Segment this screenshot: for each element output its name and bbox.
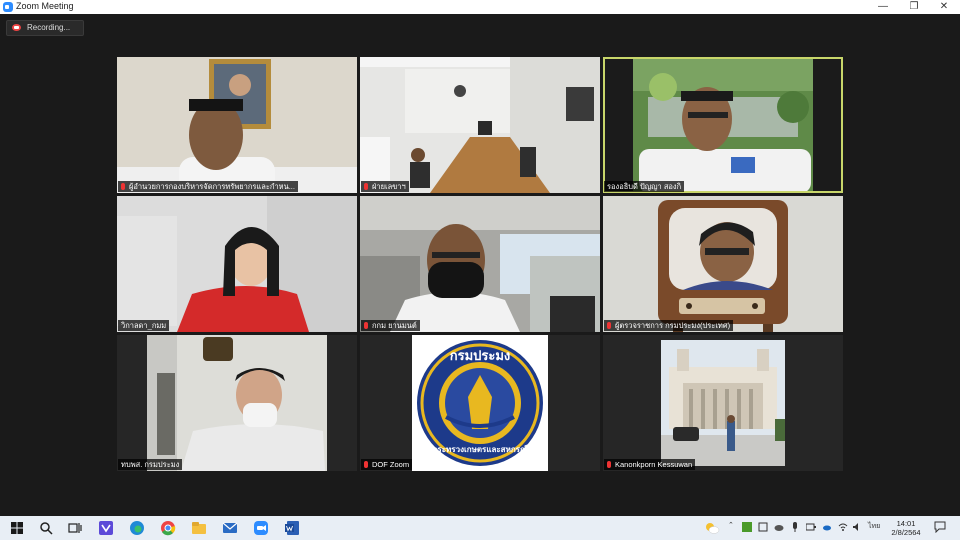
- mail-icon[interactable]: [221, 519, 239, 537]
- participant-video: [603, 196, 843, 332]
- windows-start-icon[interactable]: [8, 519, 26, 537]
- word-icon[interactable]: [283, 519, 301, 537]
- chrome-browser-icon[interactable]: [159, 519, 177, 537]
- participant-tile[interactable]: ผู้ตรวจราชการ กรมประมง(ประเทศ): [603, 196, 843, 332]
- nvidia-icon[interactable]: [742, 522, 752, 532]
- taskbar-clock[interactable]: 14:01 2/8/2564: [889, 519, 923, 537]
- zoom-app-icon: [3, 2, 13, 12]
- participant-name-label: ฝ่ายเลขาฯ: [361, 181, 409, 192]
- show-hidden-icons[interactable]: ⌃: [728, 521, 734, 529]
- notifications-icon[interactable]: [934, 521, 946, 533]
- participant-video: [117, 57, 357, 193]
- muted-mic-icon: [364, 461, 368, 468]
- battery-icon[interactable]: [806, 522, 816, 532]
- clock-time: 14:01: [896, 519, 916, 528]
- participant-name-label: ทบพส. กรมประมง: [118, 459, 183, 470]
- recording-cloud-icon: [12, 24, 21, 31]
- participant-video: [117, 196, 357, 332]
- participant-video: [360, 57, 600, 193]
- minimize-button[interactable]: —: [869, 0, 897, 14]
- volume-icon[interactable]: [852, 522, 862, 532]
- logo-text-top: กรมประมง: [449, 348, 511, 363]
- participant-tile[interactable]: กรมประมง กระทรวงเกษตรและสหกรณ์ DOF Zoom: [360, 335, 600, 471]
- participant-tile[interactable]: ผู้อำนวยการกองบริหารจัดการทรัพยากรและกำห…: [117, 57, 357, 193]
- participant-video: [603, 57, 843, 193]
- search-icon[interactable]: [37, 519, 55, 537]
- onedrive-icon[interactable]: [822, 522, 832, 532]
- windows-taskbar: ⌃ ไทย 14:01 2/8/2564: [0, 516, 960, 540]
- file-explorer-icon[interactable]: [190, 519, 208, 537]
- participant-name-label: Kanonkporn Kessuwan: [604, 459, 696, 470]
- participant-name-label: กกม ยานมนต์: [361, 320, 420, 331]
- participant-name-label: รองอธิบดี ปัญญา สองกิ: [604, 181, 685, 192]
- weather-icon[interactable]: [704, 521, 720, 535]
- participant-video: [117, 335, 357, 471]
- muted-mic-icon: [364, 183, 368, 190]
- language-indicator[interactable]: ไทย: [868, 521, 880, 532]
- visual-studio-icon[interactable]: [97, 519, 115, 537]
- edge-browser-icon[interactable]: [128, 519, 146, 537]
- maximize-button[interactable]: ❐: [900, 0, 928, 14]
- meeting-stage: Recording... ผู้อำนวยการกองบริหารจัดการท…: [0, 14, 960, 516]
- participant-tile[interactable]: ทบพส. กรมประมง: [117, 335, 357, 471]
- participant-tile[interactable]: Kanonkporn Kessuwan: [603, 335, 843, 471]
- participant-video: [360, 196, 600, 332]
- microphone-icon[interactable]: [790, 522, 800, 532]
- logo-text-bottom: กระทรวงเกษตรและสหกรณ์: [432, 445, 528, 454]
- close-button[interactable]: ✕: [930, 0, 958, 14]
- device-icon[interactable]: [758, 522, 768, 532]
- participant-name-label: ผู้ตรวจราชการ กรมประมง(ประเทศ): [604, 320, 734, 331]
- participant-tile[interactable]: กกม ยานมนต์: [360, 196, 600, 332]
- participant-photo: [603, 335, 843, 471]
- participant-tile[interactable]: ฝ่ายเลขาฯ: [360, 57, 600, 193]
- recording-label: Recording...: [27, 23, 71, 32]
- window-title: Zoom Meeting: [16, 1, 74, 11]
- participant-tile[interactable]: วิกาลดา_กมม: [117, 196, 357, 332]
- cloud-icon[interactable]: [774, 522, 784, 532]
- clock-date: 2/8/2564: [891, 528, 921, 537]
- zoom-taskbar-icon[interactable]: [252, 519, 270, 537]
- muted-mic-icon: [364, 322, 368, 329]
- participant-name-label: DOF Zoom: [361, 459, 413, 470]
- recording-indicator[interactable]: Recording...: [6, 20, 84, 36]
- participant-name-label: วิกาลดา_กมม: [118, 320, 170, 331]
- muted-mic-icon: [607, 461, 611, 468]
- muted-mic-icon: [121, 183, 125, 190]
- muted-mic-icon: [607, 322, 611, 329]
- wifi-icon[interactable]: [838, 522, 848, 532]
- task-view-icon[interactable]: [66, 519, 84, 537]
- title-bar: Zoom Meeting — ❐ ✕: [0, 0, 960, 14]
- participant-name-label: ผู้อำนวยการกองบริหารจัดการทรัพยากรและกำห…: [118, 181, 298, 192]
- participant-tile-active-speaker[interactable]: รองอธิบดี ปัญญา สองกิ: [603, 57, 843, 193]
